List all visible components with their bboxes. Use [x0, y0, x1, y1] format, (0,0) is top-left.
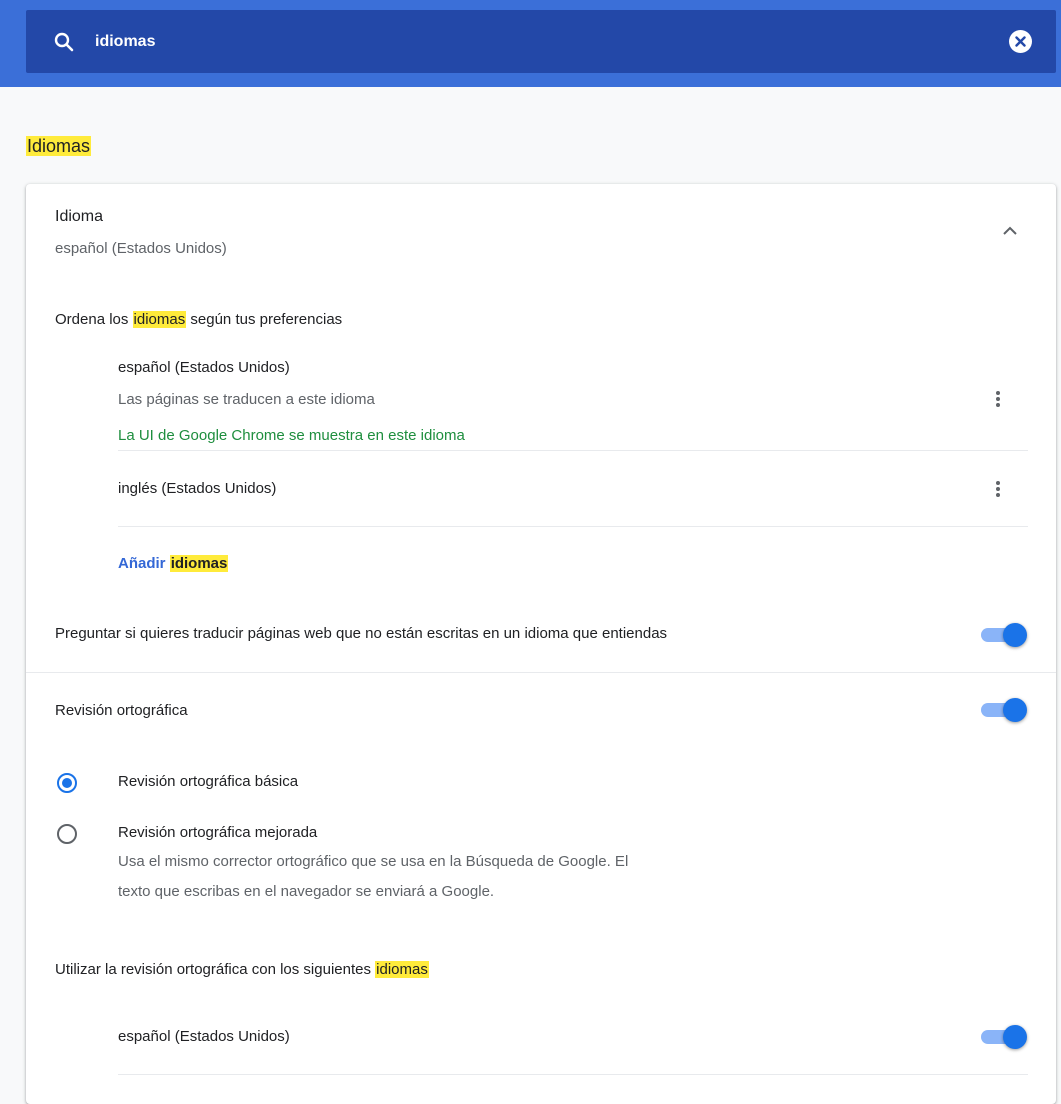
spellcheck-languages-text: Utilizar la revisión ortográfica con los… — [55, 959, 429, 981]
divider — [26, 672, 1056, 673]
language-item-name: inglés (Estados Unidos) — [118, 480, 277, 497]
clear-search-button[interactable] — [1009, 30, 1032, 53]
spellcheck-basic-label[interactable]: Revisión ortográfica básica — [118, 771, 298, 793]
language-header-value: español (Estados Unidos) — [55, 240, 227, 257]
more-vert-icon[interactable] — [995, 389, 1001, 409]
spellcheck-enhanced-description-line2: texto que escribas en el navegador se en… — [118, 883, 495, 900]
add-languages-highlight[interactable]: idiomas — [169, 555, 229, 572]
divider — [118, 1074, 1028, 1075]
section-title: Idiomas — [26, 134, 92, 158]
more-vert-icon[interactable] — [995, 479, 1001, 499]
spellcheck-label: Revisión ortográfica — [55, 702, 188, 719]
add-languages-link[interactable]: Añadir idiomas — [118, 553, 229, 575]
order-highlight: idiomas — [132, 311, 187, 328]
spellcheck-enhanced-label[interactable]: Revisión ortográfica mejorada — [118, 822, 317, 844]
order-prefix: Ordena los — [55, 311, 133, 328]
spellcheck-toggle[interactable] — [979, 697, 1027, 723]
spellcheck-enhanced-description-line1: Usa el mismo corrector ortográfico que s… — [118, 853, 629, 870]
spellcheck-language-toggle[interactable] — [979, 1024, 1027, 1050]
language-item-translate-note: Las páginas se traducen a este idioma — [118, 391, 375, 408]
language-header-label: Idioma — [55, 208, 104, 225]
add-languages-label[interactable]: Añadir — [118, 555, 170, 572]
language-item-name: español (Estados Unidos) — [118, 359, 290, 376]
spellcheck-languages-highlight: idiomas — [375, 961, 429, 978]
offer-translate-label: Preguntar si quieres traducir páginas we… — [55, 625, 668, 642]
spellcheck-enhanced-radio[interactable] — [57, 824, 77, 844]
spellcheck-language-name: español (Estados Unidos) — [118, 1028, 290, 1045]
language-item-ui-note: La UI de Google Chrome se muestra en est… — [118, 427, 465, 444]
search-icon[interactable] — [52, 30, 76, 54]
spellcheck-basic-radio[interactable] — [57, 773, 77, 793]
close-circle-icon — [1015, 36, 1026, 47]
spellcheck-languages-prefix: Utilizar la revisión ortográfica con los… — [55, 961, 376, 978]
offer-translate-toggle[interactable] — [979, 622, 1027, 648]
section-title-highlight: Idiomas — [26, 136, 92, 156]
search-input[interactable]: idiomas — [95, 30, 155, 54]
toolbar: idiomas — [0, 0, 1061, 87]
order-languages-text: Ordena los idiomas según tus preferencia… — [55, 309, 342, 331]
chevron-up-icon[interactable] — [1001, 224, 1019, 238]
language-header-row[interactable]: Idioma español (Estados Unidos) — [26, 184, 1056, 280]
language-item: español (Estados Unidos) Las páginas se … — [118, 349, 1028, 450]
order-suffix: según tus preferencias — [186, 311, 343, 328]
divider — [118, 450, 1028, 451]
search-box[interactable]: idiomas — [26, 10, 1056, 73]
languages-card: Idioma español (Estados Unidos) Ordena l… — [26, 184, 1056, 1104]
divider — [118, 526, 1028, 527]
